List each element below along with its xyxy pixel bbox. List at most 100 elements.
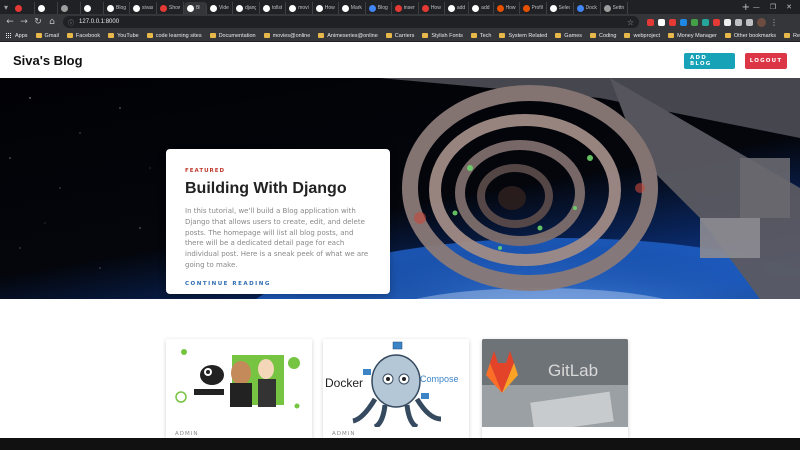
bookmark-item[interactable]: Animeseries@online bbox=[318, 33, 378, 39]
extension-icon[interactable] bbox=[647, 18, 654, 26]
browser-tab[interactable]: Selec bbox=[547, 2, 574, 14]
browser-tab[interactable]: Bl bbox=[184, 2, 208, 14]
address-bar[interactable]: ⓘ 127.0.0.1:8000 ☆ bbox=[63, 16, 639, 28]
back-icon[interactable]: ← bbox=[4, 16, 16, 28]
extension-icon[interactable] bbox=[680, 18, 687, 26]
extensions-puzzle-icon[interactable] bbox=[735, 18, 742, 26]
tab-search-icon[interactable]: ▾ bbox=[0, 1, 12, 13]
bookmark-item[interactable]: Gmail bbox=[35, 33, 59, 39]
close-icon[interactable]: ✕ bbox=[786, 3, 792, 11]
browser-tab[interactable]: Mark bbox=[339, 2, 366, 14]
bookmark-item[interactable]: movies@online bbox=[263, 33, 310, 39]
bookmark-item[interactable]: Coding bbox=[590, 33, 616, 39]
browser-tab[interactable]: movi bbox=[286, 2, 313, 14]
extension-icon[interactable] bbox=[713, 18, 720, 26]
profile-avatar[interactable] bbox=[757, 17, 766, 27]
gitlab-illustration bbox=[482, 339, 628, 427]
bookmark-item[interactable]: webproject bbox=[624, 33, 660, 39]
bookmark-label: Animeseries@online bbox=[327, 32, 378, 39]
maximize-icon[interactable]: ❐ bbox=[770, 3, 776, 11]
bookmark-label: YouTube bbox=[117, 32, 139, 39]
apps-grid-icon bbox=[6, 32, 12, 39]
tab-label: movi bbox=[298, 5, 309, 11]
bookmark-item[interactable]: Facebook bbox=[66, 33, 100, 39]
browser-tab[interactable]: How bbox=[419, 2, 445, 14]
browser-tab[interactable] bbox=[58, 2, 81, 14]
other-bookmarks[interactable]: Other bookmarks bbox=[724, 33, 776, 39]
add-blog-button[interactable]: ADD BLOG bbox=[684, 52, 735, 69]
extension-icon[interactable] bbox=[691, 18, 698, 26]
browser-tab[interactable]: djang bbox=[233, 2, 260, 14]
browser-tab-strip: ▾ Blog sivas Show Bl Vide djang tollst movi How M… bbox=[0, 0, 800, 14]
media-icon[interactable] bbox=[746, 18, 753, 26]
browser-tab[interactable]: Show bbox=[157, 2, 185, 14]
post-card[interactable]: GitLab bbox=[482, 339, 628, 438]
bookmark-label: Stylish Fonts bbox=[431, 32, 463, 39]
bookmark-item[interactable]: Tech bbox=[470, 33, 491, 39]
tab-label: djang bbox=[244, 5, 256, 11]
featured-post-title[interactable]: Building With Django bbox=[185, 180, 371, 198]
bookmark-star-icon[interactable]: ☆ bbox=[627, 18, 634, 27]
menu-icon[interactable]: ⋮ bbox=[770, 18, 778, 27]
reload-icon[interactable]: ↻ bbox=[32, 16, 44, 28]
bookmark-item[interactable]: Games bbox=[555, 33, 582, 39]
post-card[interactable]: Docker Compose ADMIN bbox=[323, 339, 469, 438]
browser-tab[interactable]: Blog bbox=[366, 2, 392, 14]
new-tab-button[interactable]: + bbox=[739, 2, 753, 13]
browser-tab[interactable] bbox=[81, 2, 104, 14]
bookmark-item[interactable]: Money Manager bbox=[668, 33, 717, 39]
browser-tab[interactable]: add bbox=[445, 2, 470, 14]
continue-reading-link[interactable]: CONTINUE READING bbox=[185, 281, 371, 287]
extension-icon[interactable] bbox=[724, 18, 731, 26]
browser-tab[interactable]: How bbox=[494, 2, 520, 14]
extension-icon[interactable] bbox=[669, 18, 676, 26]
bookmark-item[interactable]: YouTube bbox=[108, 33, 139, 39]
logout-button[interactable]: LOGOUT bbox=[745, 52, 787, 69]
browser-tab[interactable] bbox=[35, 2, 58, 14]
address-url[interactable]: 127.0.0.1:8000 bbox=[79, 19, 119, 25]
minimize-icon[interactable]: — bbox=[753, 3, 760, 11]
extension-icon[interactable] bbox=[658, 18, 665, 26]
site-brand[interactable]: Siva's Blog bbox=[13, 53, 83, 68]
bookmark-label: webproject bbox=[633, 32, 661, 39]
tab-favicon-icon bbox=[576, 4, 584, 12]
browser-tab[interactable] bbox=[12, 2, 35, 14]
browser-tab[interactable]: tollst bbox=[260, 2, 287, 14]
tab-favicon-icon bbox=[368, 4, 376, 12]
post-thumbnail[interactable] bbox=[166, 339, 312, 427]
browser-tab[interactable]: insert bbox=[392, 2, 419, 14]
site-info-icon[interactable]: ⓘ bbox=[68, 18, 74, 27]
bookmark-label: Apps bbox=[15, 32, 28, 39]
browser-tab[interactable]: Settn bbox=[601, 2, 628, 14]
browser-tab[interactable]: Blog bbox=[104, 2, 131, 14]
bookmark-item[interactable]: System Related bbox=[499, 33, 547, 39]
browser-tab[interactable]: sivas bbox=[130, 2, 158, 14]
bookmark-label: Games bbox=[564, 32, 583, 39]
browser-tab[interactable]: Profil bbox=[520, 2, 547, 14]
tab-favicon-icon bbox=[472, 4, 480, 12]
bookmark-item[interactable]: Carriers bbox=[385, 33, 414, 39]
browser-tab[interactable]: How bbox=[313, 2, 339, 14]
tab-list: Blog sivas Show Bl Vide djang tollst movi How Mar… bbox=[12, 0, 739, 14]
browser-tab[interactable]: Vide bbox=[207, 2, 233, 14]
bookmark-item[interactable]: Documentation bbox=[209, 33, 256, 39]
post-thumbnail[interactable]: Docker Compose bbox=[323, 339, 469, 427]
browser-tab[interactable]: add bbox=[469, 2, 494, 14]
forward-icon[interactable]: → bbox=[18, 16, 30, 28]
bookmark-item[interactable]: code learning sites bbox=[146, 32, 202, 39]
post-card[interactable]: ADMIN bbox=[166, 339, 312, 438]
home-icon[interactable]: ⌂ bbox=[46, 16, 58, 28]
bookmark-label: code learning sites bbox=[155, 32, 202, 39]
bookmark-apps[interactable]: Apps bbox=[6, 32, 28, 39]
post-author: ADMIN bbox=[332, 431, 356, 437]
bookmark-item[interactable]: Stylish Fonts bbox=[422, 32, 463, 39]
tab-favicon-icon bbox=[210, 4, 218, 12]
bookmark-folder-icon bbox=[470, 33, 477, 38]
reading-list[interactable]: Reading list bbox=[784, 33, 800, 39]
page-viewport: Siva's Blog ADD BLOG LOGOUT FEATURED Bui… bbox=[0, 43, 800, 438]
extension-icon[interactable] bbox=[702, 18, 709, 26]
post-grid: ADMIN Docker Compose ADMIN GitLab bbox=[0, 299, 800, 438]
browser-tab[interactable]: Dock bbox=[574, 2, 601, 14]
browser-toolbar: ← → ↻ ⌂ ⓘ 127.0.0.1:8000 ☆ ⋮ bbox=[0, 14, 800, 30]
post-thumbnail[interactable]: GitLab bbox=[482, 339, 628, 427]
